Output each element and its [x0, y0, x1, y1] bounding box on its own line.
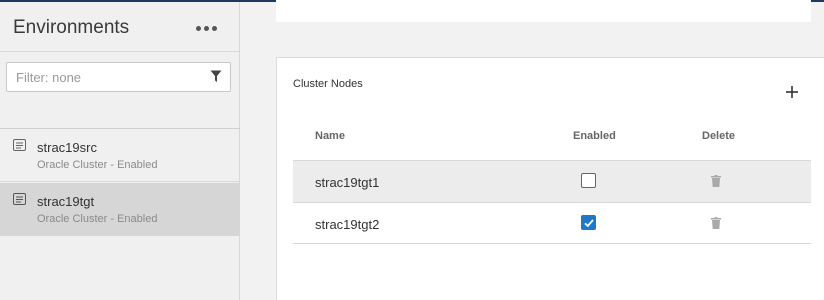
node-name: strac19tgt1: [315, 175, 380, 190]
column-header-enabled: Enabled: [573, 130, 616, 142]
environment-name: strac19tgt: [37, 194, 95, 209]
environment-item-strac19tgt[interactable]: strac19tgt Oracle Cluster - Enabled: [0, 183, 240, 236]
trash-icon[interactable]: [711, 217, 721, 229]
filter-box: [6, 62, 231, 92]
filter-icon[interactable]: [210, 70, 222, 83]
card-title: Cluster Nodes: [293, 78, 363, 90]
table-row: strac19tgt2: [293, 202, 811, 244]
trash-icon[interactable]: [711, 175, 721, 187]
add-icon[interactable]: [782, 82, 802, 102]
environments-sidebar: Environments strac19src Oracle Cluster -…: [0, 2, 240, 300]
environment-icon: [13, 139, 26, 151]
node-name: strac19tgt2: [315, 217, 380, 232]
top-card: [276, 0, 811, 22]
sidebar-header: Environments: [0, 2, 240, 52]
filter-input[interactable]: [7, 63, 197, 91]
environment-subtitle: Oracle Cluster - Enabled: [37, 213, 158, 225]
environment-subtitle: Oracle Cluster - Enabled: [37, 159, 158, 171]
cluster-nodes-card: Cluster Nodes Name Enabled Delete strac1…: [276, 57, 824, 300]
more-icon[interactable]: [190, 16, 222, 40]
environment-name: strac19src: [37, 140, 97, 155]
enabled-checkbox[interactable]: [581, 215, 596, 230]
column-header-name: Name: [315, 130, 345, 142]
enabled-checkbox[interactable]: [581, 173, 596, 188]
main-panel: Cluster Nodes Name Enabled Delete strac1…: [241, 0, 824, 300]
environment-icon: [13, 193, 26, 205]
sidebar-title: Environments: [13, 17, 130, 38]
checkmark-icon: [583, 218, 594, 227]
environment-item-strac19src[interactable]: strac19src Oracle Cluster - Enabled: [0, 129, 240, 182]
table-row: strac19tgt1: [293, 160, 811, 202]
column-header-delete: Delete: [702, 130, 736, 142]
